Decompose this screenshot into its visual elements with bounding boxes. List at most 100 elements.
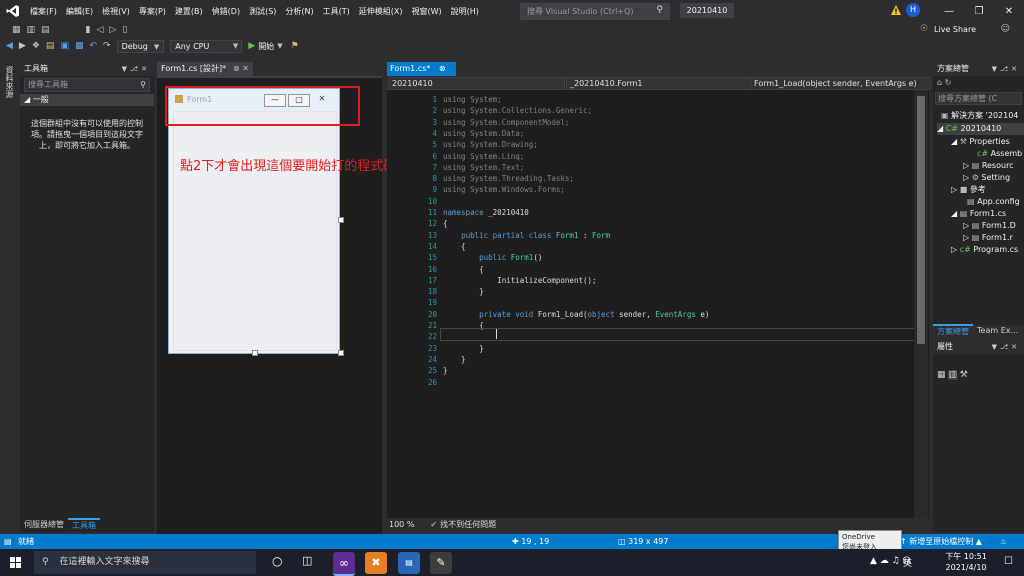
resize-handle[interactable] (338, 217, 344, 223)
feedback-icon[interactable]: ☺ (1001, 24, 1010, 34)
menu-build[interactable]: 建置(B) (175, 6, 203, 17)
tree-app-config[interactable]: ▤ App.config (967, 196, 1020, 208)
line-number: 11 (427, 208, 437, 217)
live-share-button[interactable]: ☉ Live Share (920, 24, 976, 34)
back-icon[interactable]: ◀ (6, 41, 13, 51)
bookmark-icon[interactable]: ▮ (86, 25, 91, 35)
tree-form1-resx[interactable]: ▷ ▤ Form1.r (963, 232, 1013, 244)
toolbox-search-input[interactable]: 搜尋工具箱 ⚲ (24, 78, 150, 92)
toolbox-title: 工具箱 (24, 64, 48, 73)
menu-analyze[interactable]: 分析(N) (285, 6, 313, 17)
notifications-icon[interactable]: ♨ (1000, 534, 1007, 549)
configuration-dropdown[interactable]: Debug ▼ (116, 39, 165, 53)
warning-icon[interactable] (890, 4, 902, 16)
form-preview[interactable]: Form1 — □ ✕ (168, 88, 340, 354)
taskbar-paint-icon[interactable]: ✎ (430, 552, 452, 574)
class-dropdown[interactable]: _20210410.Form1 (566, 77, 751, 90)
start-button[interactable]: ▶ 開始 ▼ (248, 41, 282, 52)
minimize-icon[interactable]: — (934, 6, 964, 17)
resize-handle[interactable] (252, 350, 258, 356)
menu-window[interactable]: 視窗(W) (412, 6, 442, 17)
user-avatar[interactable]: H (906, 3, 920, 17)
solution-search-input[interactable]: 搜尋方案總管 (C (935, 92, 1022, 105)
menu-help[interactable]: 說明(H) (451, 6, 479, 17)
windows-start-icon[interactable] (10, 557, 21, 568)
tree-form1-cs[interactable]: ◢ ▤ Form1.cs (951, 208, 1006, 220)
data-sources-tab[interactable]: 資料來源 (4, 66, 15, 98)
tab-server-explorer[interactable]: 伺服器總管 (20, 518, 68, 532)
redo-icon[interactable]: ↷ (103, 41, 111, 51)
new-project-icon[interactable]: ❖ (32, 41, 40, 51)
taskbar-search-box[interactable]: ⚲ 在這裡輸入文字來搜尋 (34, 551, 256, 574)
pin-icon[interactable]: ⊗ (439, 64, 446, 73)
tab-designer[interactable]: Form1.cs [設計]* ⊗ ✕ (157, 62, 253, 76)
annotation-highlight-box (165, 86, 360, 126)
panel-controls-icon[interactable]: ▼⎇✕ (992, 340, 1020, 354)
home-icon[interactable]: ⌂ (937, 78, 942, 87)
refresh-icon[interactable]: ↻ (945, 78, 952, 87)
tree-program-cs[interactable]: ▷ c# Program.cs (951, 244, 1018, 256)
bookmark-next-icon[interactable]: ▷ (109, 25, 116, 35)
menu-edit[interactable]: 編輯(E) (66, 6, 93, 17)
menu-extensions[interactable]: 延伸模組(X) (359, 6, 403, 17)
ime-indicator[interactable]: 英 (903, 556, 912, 569)
tree-solution[interactable]: ▣ 解決方案 '202104 (941, 110, 1018, 122)
tree-assembly[interactable]: c# Assemb (977, 148, 1022, 160)
categorized-icon[interactable]: ▦ (937, 370, 946, 380)
tab-code-editor[interactable]: Form1.cs* ⊗ ✕ (387, 62, 456, 87)
menu-tools[interactable]: 工具(T) (323, 6, 350, 17)
pin-icon[interactable]: ⊗ ✕ (233, 62, 249, 76)
clear-bookmark-icon[interactable]: ▯ (122, 25, 127, 35)
tab-team-explorer[interactable]: Team Ex... (973, 324, 1022, 338)
bookmark-prev-icon[interactable]: ◁ (97, 25, 104, 35)
resize-handle[interactable] (338, 350, 344, 356)
menu-file[interactable]: 檔案(F) (30, 6, 57, 17)
tree-properties[interactable]: ◢ ⚒ Properties (951, 136, 1010, 148)
close-icon[interactable]: ✕ (994, 6, 1024, 17)
save-all-icon[interactable]: ▩ (75, 41, 84, 51)
tree-project[interactable]: ◢ C# 20210410 (937, 123, 1024, 135)
taskbar-visual-studio-icon[interactable]: ∞ (333, 552, 355, 576)
output-icon[interactable]: ▤ (4, 534, 12, 549)
taskbar-dev-icon[interactable]: ▤ (398, 552, 420, 574)
layout-icon[interactable]: ▦ (12, 25, 21, 35)
cortana-icon[interactable]: ○ (272, 554, 282, 568)
save-icon[interactable]: ▣ (60, 41, 69, 51)
tree-resources[interactable]: ▷ ▤ Resourc (963, 160, 1014, 172)
taskbar-xampp-icon[interactable]: ✖ (365, 552, 387, 574)
layout-2-icon[interactable]: ▥ (27, 25, 36, 35)
attach-icon[interactable]: ⚑ (291, 41, 299, 51)
menu-project[interactable]: 專案(P) (139, 6, 166, 17)
project-dropdown[interactable]: 20210410 (388, 77, 565, 90)
toolbox-group-general[interactable]: ◢ 一般 (20, 94, 154, 106)
property-pages-icon[interactable]: ⚒ (960, 370, 968, 380)
undo-icon[interactable]: ↶ (89, 41, 97, 51)
tree-form1-designer[interactable]: ▷ ▤ Form1.D (963, 220, 1016, 232)
restore-icon[interactable]: ❐ (964, 6, 994, 17)
menu-view[interactable]: 檢視(V) (102, 6, 130, 17)
alphabetical-icon[interactable]: ▥ (948, 370, 957, 380)
open-folder-icon[interactable]: ▤ (46, 41, 55, 51)
tab-solution-explorer[interactable]: 方案總管 (933, 324, 973, 338)
forward-icon[interactable]: ▶ (19, 41, 26, 51)
tree-settings[interactable]: ▷ ⚙ Setting (963, 172, 1010, 184)
menu-test[interactable]: 測試(S) (249, 6, 276, 17)
issues-status[interactable]: 找不到任何問題 (440, 518, 496, 532)
menu-debug[interactable]: 偵錯(D) (212, 6, 240, 17)
editor-scrollbar-thumb[interactable] (917, 96, 925, 344)
align-icon[interactable]: ▤ (41, 25, 50, 35)
form-client-area[interactable] (173, 111, 337, 351)
panel-controls-icon[interactable]: ▼⎇✕ (992, 62, 1020, 76)
zoom-level[interactable]: 100 % (389, 518, 414, 532)
code-editor[interactable]: 1 using System; 2 using System.Collections.… (387, 90, 929, 518)
task-view-icon[interactable]: ◫ (302, 554, 312, 567)
tab-toolbox[interactable]: 工具箱 (68, 518, 100, 532)
panel-controls-icon[interactable]: ▼⎇✕ (122, 62, 150, 76)
taskbar-clock[interactable]: 下午 10:51 2021/4/10 (936, 551, 996, 573)
platform-dropdown[interactable]: Any CPU ▼ (170, 39, 243, 53)
member-dropdown[interactable]: Form1_Load(object sender, EventArgs e) (750, 77, 931, 90)
vs-search-box[interactable]: 搜尋 Visual Studio (Ctrl+Q) ⚲ (520, 3, 670, 20)
action-center-icon[interactable]: ☐ (1004, 556, 1013, 567)
add-source-control-button[interactable]: ↑ 新增至原始檔控制 ▲ (900, 534, 982, 549)
tree-references[interactable]: ▷ ■ 參考 (951, 184, 986, 196)
